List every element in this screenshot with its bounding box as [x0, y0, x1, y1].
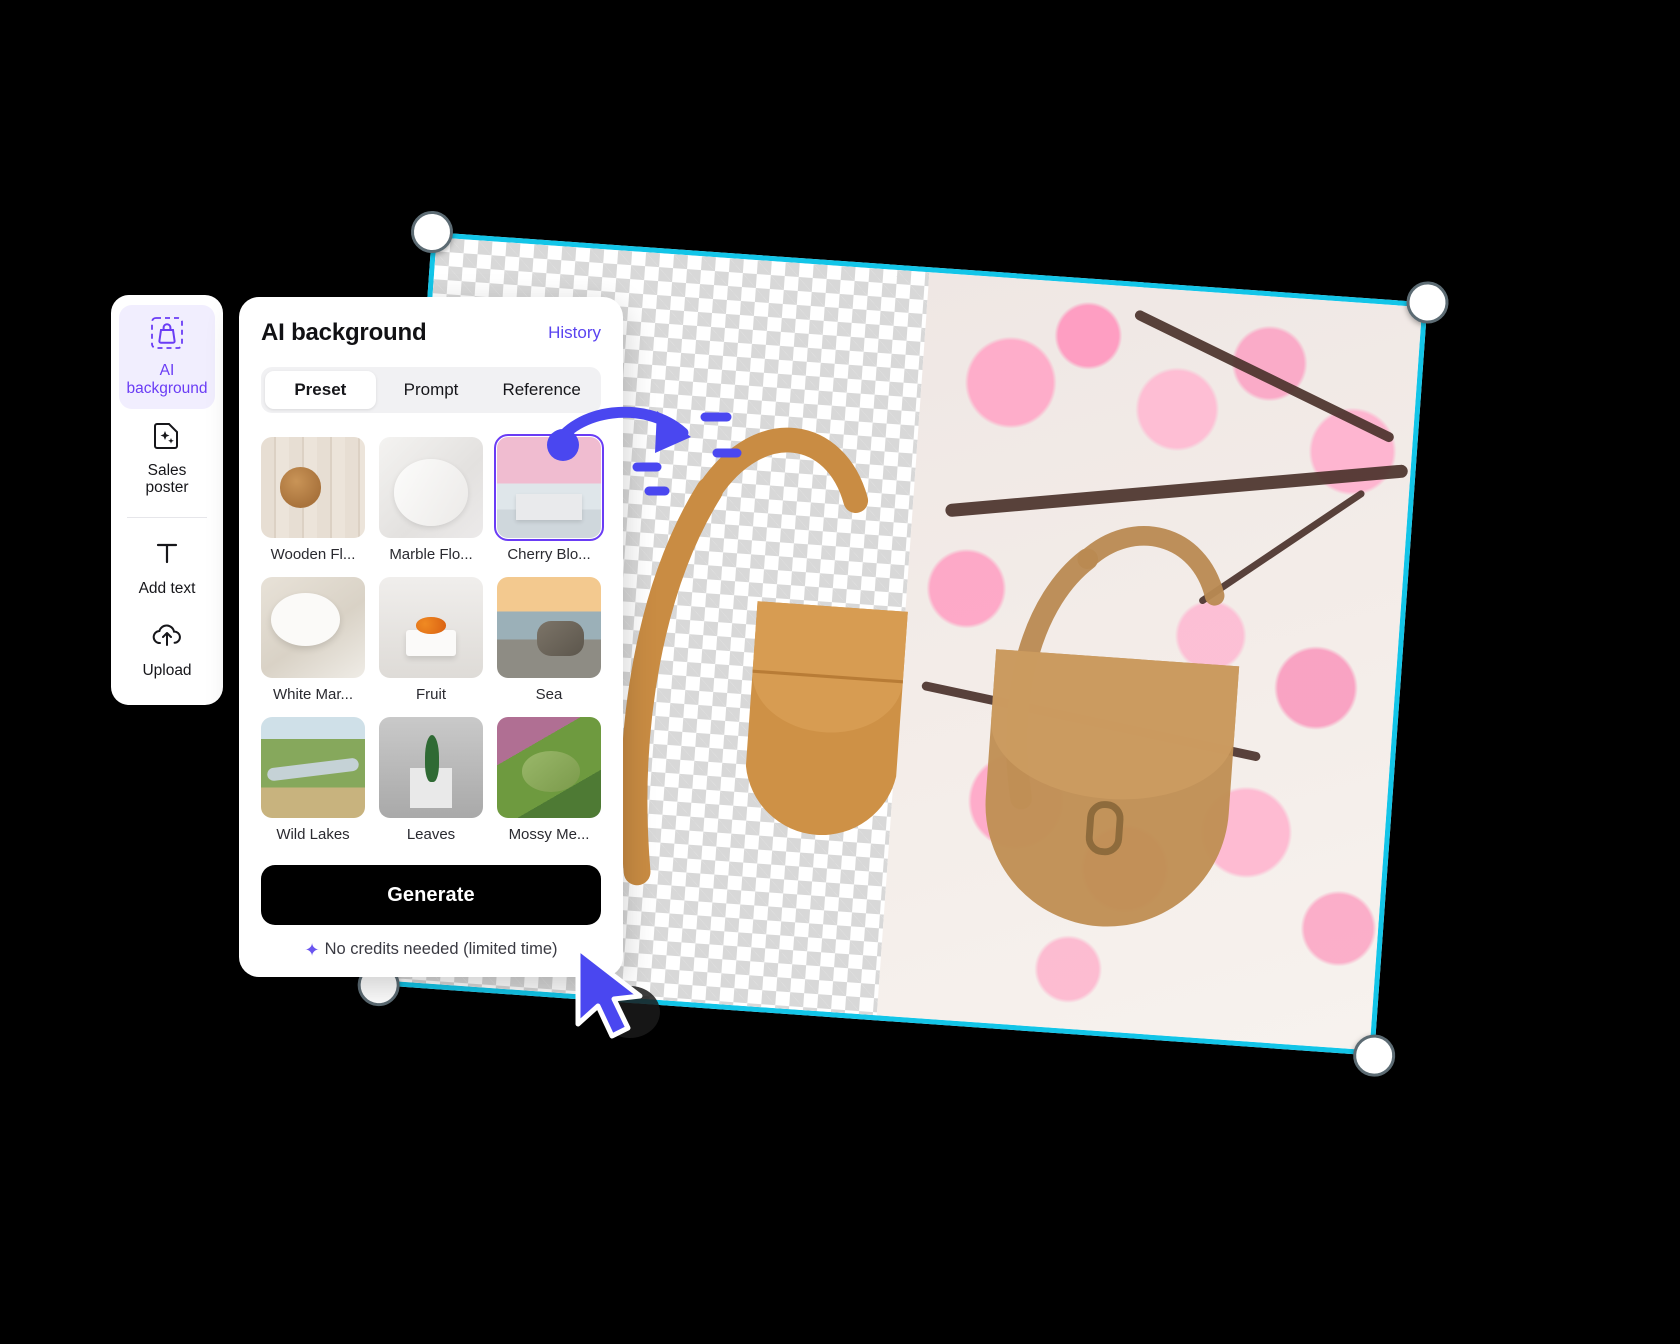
preset-label: Sea: [535, 686, 563, 703]
preset-item[interactable]: White Mar...: [261, 577, 365, 703]
credits-note-label: No credits needed (limited time): [324, 940, 558, 958]
preset-thumbnail: [379, 717, 483, 818]
tab-reference[interactable]: Reference: [486, 371, 597, 409]
preset-thumbnail: [497, 717, 601, 818]
ai-background-panel: AI background History Preset Prompt Refe…: [239, 297, 623, 977]
preset-item[interactable]: Fruit: [379, 577, 483, 703]
preset-item[interactable]: Wild Lakes: [261, 717, 365, 843]
credits-note: ✦ No credits needed (limited time): [261, 940, 601, 959]
screen: AI background Sales poster Add text Uplo…: [0, 0, 1680, 1344]
sidebar-item-add-text[interactable]: Add text: [119, 527, 215, 609]
preset-label: Leaves: [406, 826, 456, 843]
preset-item[interactable]: Wooden Fl...: [261, 437, 365, 563]
sparkle-document-icon: [152, 420, 182, 455]
preset-label: Cherry Blo...: [507, 546, 591, 563]
product-bag-composited: [985, 525, 1240, 927]
preset-thumbnail: [497, 577, 601, 678]
page-title: AI background: [261, 319, 427, 346]
preset-thumbnail: [261, 717, 365, 818]
preset-label: Wooden Fl...: [270, 546, 356, 563]
preset-label: White Mar...: [272, 686, 354, 703]
preset-thumbnail: [261, 437, 365, 538]
preset-item[interactable]: Leaves: [379, 717, 483, 843]
preset-item[interactable]: Mossy Me...: [497, 717, 601, 843]
preset-item-selected[interactable]: Cherry Blo...: [494, 434, 604, 563]
preset-label: Marble Flo...: [389, 546, 473, 563]
preset-thumbnail: [261, 577, 365, 678]
sidebar-item-label: Upload: [142, 662, 192, 680]
preset-item[interactable]: Sea: [497, 577, 601, 703]
preset-thumbnail: [379, 577, 483, 678]
cloud-upload-icon: [151, 620, 183, 655]
text-tool-icon: [152, 538, 182, 573]
tab-bar: Preset Prompt Reference: [261, 367, 601, 413]
sidebar-item-label: Sales poster: [145, 461, 189, 497]
sidebar-item-label: AI background: [126, 362, 208, 397]
sidebar-item-sales-poster[interactable]: Sales poster: [119, 409, 215, 509]
sparkle-icon: ✦: [304, 939, 320, 960]
preset-item[interactable]: Marble Flo...: [379, 437, 483, 563]
preset-label: Wild Lakes: [276, 826, 350, 843]
preset-label: Mossy Me...: [508, 826, 590, 843]
sidebar-item-ai-background[interactable]: AI background: [119, 305, 215, 409]
resize-handle-bottom-right[interactable]: [1351, 1033, 1397, 1079]
rail-divider: [127, 517, 207, 519]
blossom-branch: [1132, 308, 1395, 444]
preset-grid: Wooden Fl... Marble Flo... Cherry Blo...…: [261, 434, 604, 843]
tool-rail: AI background Sales poster Add text Uplo…: [111, 295, 223, 705]
preset-thumbnail: [494, 434, 604, 541]
tab-prompt[interactable]: Prompt: [376, 371, 487, 409]
bag-selection-icon: [150, 316, 184, 355]
tab-preset[interactable]: Preset: [265, 371, 376, 409]
preset-thumbnail: [379, 437, 483, 538]
generate-button[interactable]: Generate: [261, 865, 601, 925]
panel-header: AI background History: [261, 319, 601, 347]
history-link[interactable]: History: [548, 323, 601, 343]
sidebar-item-upload[interactable]: Upload: [119, 609, 215, 691]
sidebar-item-label: Add text: [138, 580, 196, 598]
preset-label: Fruit: [416, 686, 446, 703]
